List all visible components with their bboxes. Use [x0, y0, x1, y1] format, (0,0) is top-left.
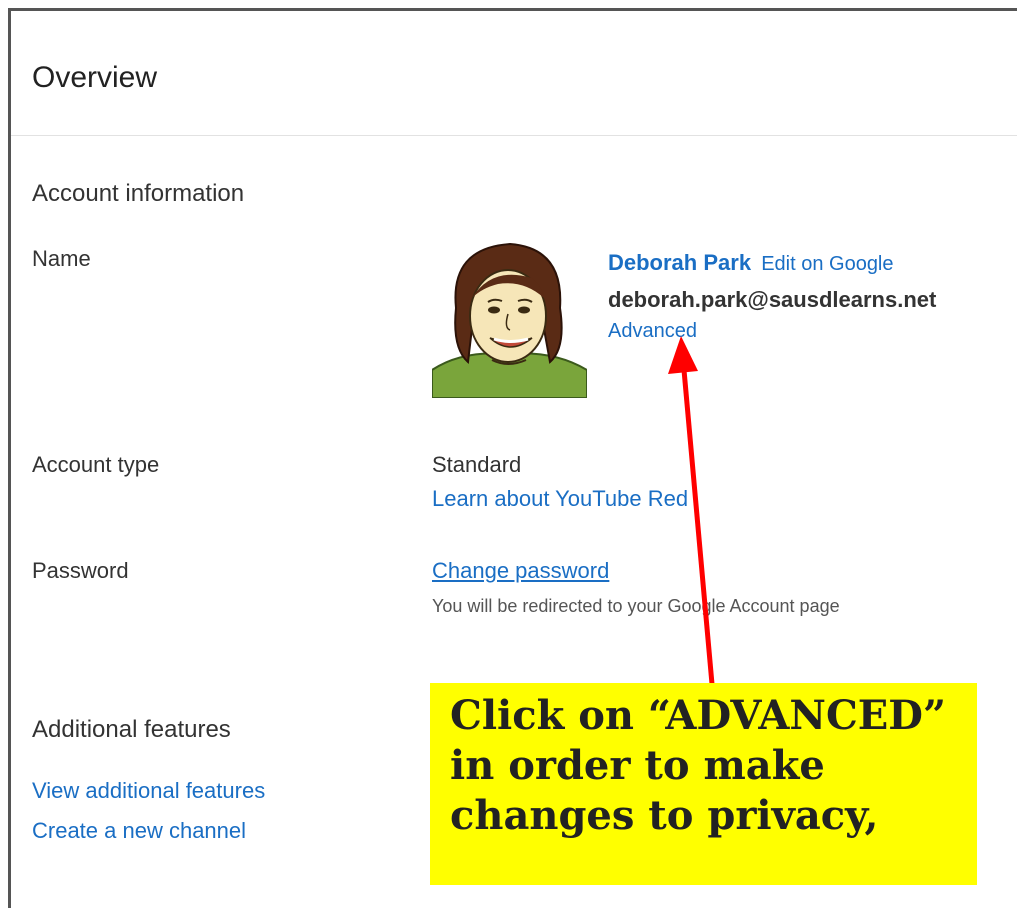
password-label: Password — [32, 558, 129, 583]
instruction-callout: Click on “ADVANCED” in order to make cha… — [430, 683, 977, 885]
user-name-row: Deborah Park Edit on Google — [608, 250, 894, 276]
page-title: Overview — [32, 61, 158, 94]
account-type-value: Standard — [432, 452, 522, 477]
advanced-link[interactable]: Advanced — [608, 320, 697, 343]
view-additional-features-link[interactable]: View additional features — [32, 778, 265, 804]
user-name[interactable]: Deborah Park — [608, 250, 751, 275]
create-channel-link[interactable]: Create a new channel — [32, 818, 246, 844]
learn-youtube-red-link[interactable]: Learn about YouTube Red — [432, 486, 688, 512]
change-password-link[interactable]: Change password — [432, 558, 609, 584]
additional-features-heading: Additional features — [32, 716, 231, 743]
redirect-note: You will be redirected to your Google Ac… — [432, 596, 840, 616]
name-label: Name — [32, 246, 91, 271]
avatar — [432, 238, 587, 398]
user-email: deborah.park@sausdlearns.net — [608, 287, 937, 312]
edit-on-google-link[interactable]: Edit on Google — [761, 253, 893, 275]
account-info-heading: Account information — [32, 180, 245, 207]
overview-header: Overview — [11, 11, 1017, 136]
account-type-label: Account type — [32, 452, 160, 477]
